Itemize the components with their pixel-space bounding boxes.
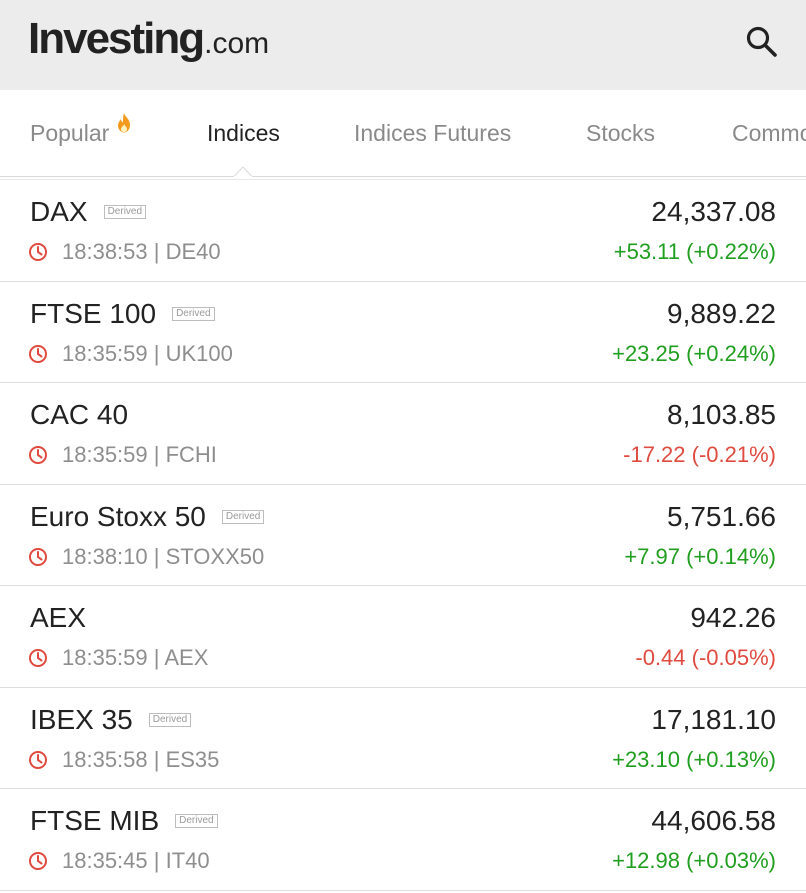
instrument-name-wrap: CAC 40 (30, 398, 128, 432)
instrument-change: +23.25 (+0.24%) (612, 340, 776, 366)
tab-indices[interactable]: Indices (207, 118, 280, 148)
instrument-row-ftse-100[interactable]: FTSE 100 Derived 18:35:59 | UK100 9,889.… (0, 282, 806, 383)
instrument-price: 5,751.66 (667, 500, 776, 532)
derived-badge: Derived (172, 306, 215, 321)
instrument-name: CAC 40 (30, 399, 129, 430)
clock-icon (29, 852, 47, 870)
instrument-price: 17,181.10 (651, 703, 776, 735)
tabs-divider (0, 176, 806, 177)
instrument-name: AEX (30, 602, 87, 633)
tab-indices-futures[interactable]: Indices Futures (354, 118, 511, 148)
instrument-row-dax[interactable]: DAX Derived 18:38:53 | DE40 24,337.08 +5… (0, 180, 806, 282)
instrument-row-cac-40[interactable]: CAC 40 18:35:59 | FCHI 8,103.85 -17.22 (… (0, 383, 806, 485)
tab-commodities[interactable]: Commo (732, 118, 806, 148)
instrument-time-symbol: 18:35:59 | UK100 (62, 340, 233, 366)
instrument-meta: 18:38:53 | DE40 (28, 238, 221, 266)
instrument-change: +23.10 (+0.13%) (612, 746, 776, 772)
logo-suffix: .com (204, 27, 270, 60)
instrument-time-symbol: 18:35:58 | ES35 (62, 746, 220, 772)
instrument-time-symbol: 18:35:59 | FCHI (62, 442, 217, 467)
app-header: Investing .com (0, 0, 806, 90)
clock-icon (29, 547, 47, 566)
instrument-price: 9,889.22 (667, 297, 776, 329)
instrument-change: +12.98 (+0.03%) (612, 848, 776, 873)
category-tabs: Popular Indices Indices Futures Stocks C… (0, 90, 806, 176)
instrument-meta: 18:35:59 | UK100 (28, 340, 233, 368)
derived-badge: Derived (103, 205, 147, 219)
instrument-time-symbol: 18:38:10 | STOXX50 (62, 543, 265, 569)
instrument-change: -17.22 (-0.21%) (623, 442, 776, 467)
fire-icon (118, 113, 130, 133)
search-icon (746, 26, 777, 57)
logo-wordmark: Investing (28, 14, 205, 63)
clock-icon (29, 243, 47, 261)
active-tab-indicator (234, 166, 252, 177)
instrument-meta: 18:35:59 | AEX (28, 644, 208, 672)
instrument-name-wrap: Euro Stoxx 50 Derived (30, 500, 265, 534)
instrument-meta: 18:35:58 | ES35 (28, 746, 219, 774)
instrument-meta: 18:35:45 | IT40 (28, 847, 210, 875)
clock-icon (29, 446, 47, 464)
search-button[interactable] (740, 20, 784, 64)
instrument-time-symbol: 18:35:45 | IT40 (62, 848, 210, 873)
instrument-list: DAX Derived 18:38:53 | DE40 24,337.08 +5… (0, 180, 806, 891)
instrument-price: 8,103.85 (667, 399, 776, 430)
derived-badge: Derived (175, 814, 218, 828)
instrument-name-wrap: IBEX 35 Derived (30, 703, 192, 737)
instrument-name: DAX (30, 196, 88, 227)
instrument-meta: 18:38:10 | STOXX50 (28, 543, 264, 571)
clock-icon (29, 344, 47, 363)
instrument-change: +53.11 (+0.22%) (613, 239, 776, 264)
instrument-meta: 18:35:59 | FCHI (28, 441, 217, 469)
instrument-name-wrap: FTSE 100 Derived (30, 297, 215, 331)
instrument-change: +7.97 (+0.14%) (624, 543, 776, 569)
instrument-name-wrap: AEX (30, 601, 86, 635)
tab-popular[interactable]: Popular (30, 118, 109, 148)
clock-icon (29, 750, 47, 769)
clock-icon (29, 649, 47, 667)
instrument-row-ftse-mib[interactable]: FTSE MIB Derived 18:35:45 | IT40 44,606.… (0, 789, 806, 891)
instrument-name: Euro Stoxx 50 (30, 500, 206, 532)
instrument-time-symbol: 18:38:53 | DE40 (62, 239, 221, 264)
derived-badge: Derived (148, 712, 192, 727)
instrument-change: -0.44 (-0.05%) (635, 645, 776, 670)
derived-badge: Derived (221, 509, 265, 524)
instrument-name: IBEX 35 (30, 703, 133, 735)
tab-stocks[interactable]: Stocks (586, 118, 655, 148)
instrument-row-euro-stoxx-50[interactable]: Euro Stoxx 50 Derived 18:38:10 | STOXX50… (0, 485, 806, 586)
instrument-name: FTSE 100 (30, 297, 157, 329)
instrument-price: 942.26 (690, 602, 776, 633)
instrument-name: FTSE MIB (30, 805, 160, 836)
instrument-price: 24,337.08 (651, 196, 776, 227)
instrument-name-wrap: FTSE MIB Derived (30, 804, 218, 838)
instrument-row-aex[interactable]: AEX 18:35:59 | AEX 942.26 -0.44 (-0.05%) (0, 586, 806, 688)
instrument-row-ibex-35[interactable]: IBEX 35 Derived 18:35:58 | ES35 17,181.1… (0, 688, 806, 789)
instrument-price: 44,606.58 (651, 805, 776, 836)
instrument-time-symbol: 18:35:59 | AEX (62, 645, 209, 670)
investing-logo[interactable]: Investing .com (28, 14, 269, 64)
instrument-name-wrap: DAX Derived (30, 195, 147, 229)
